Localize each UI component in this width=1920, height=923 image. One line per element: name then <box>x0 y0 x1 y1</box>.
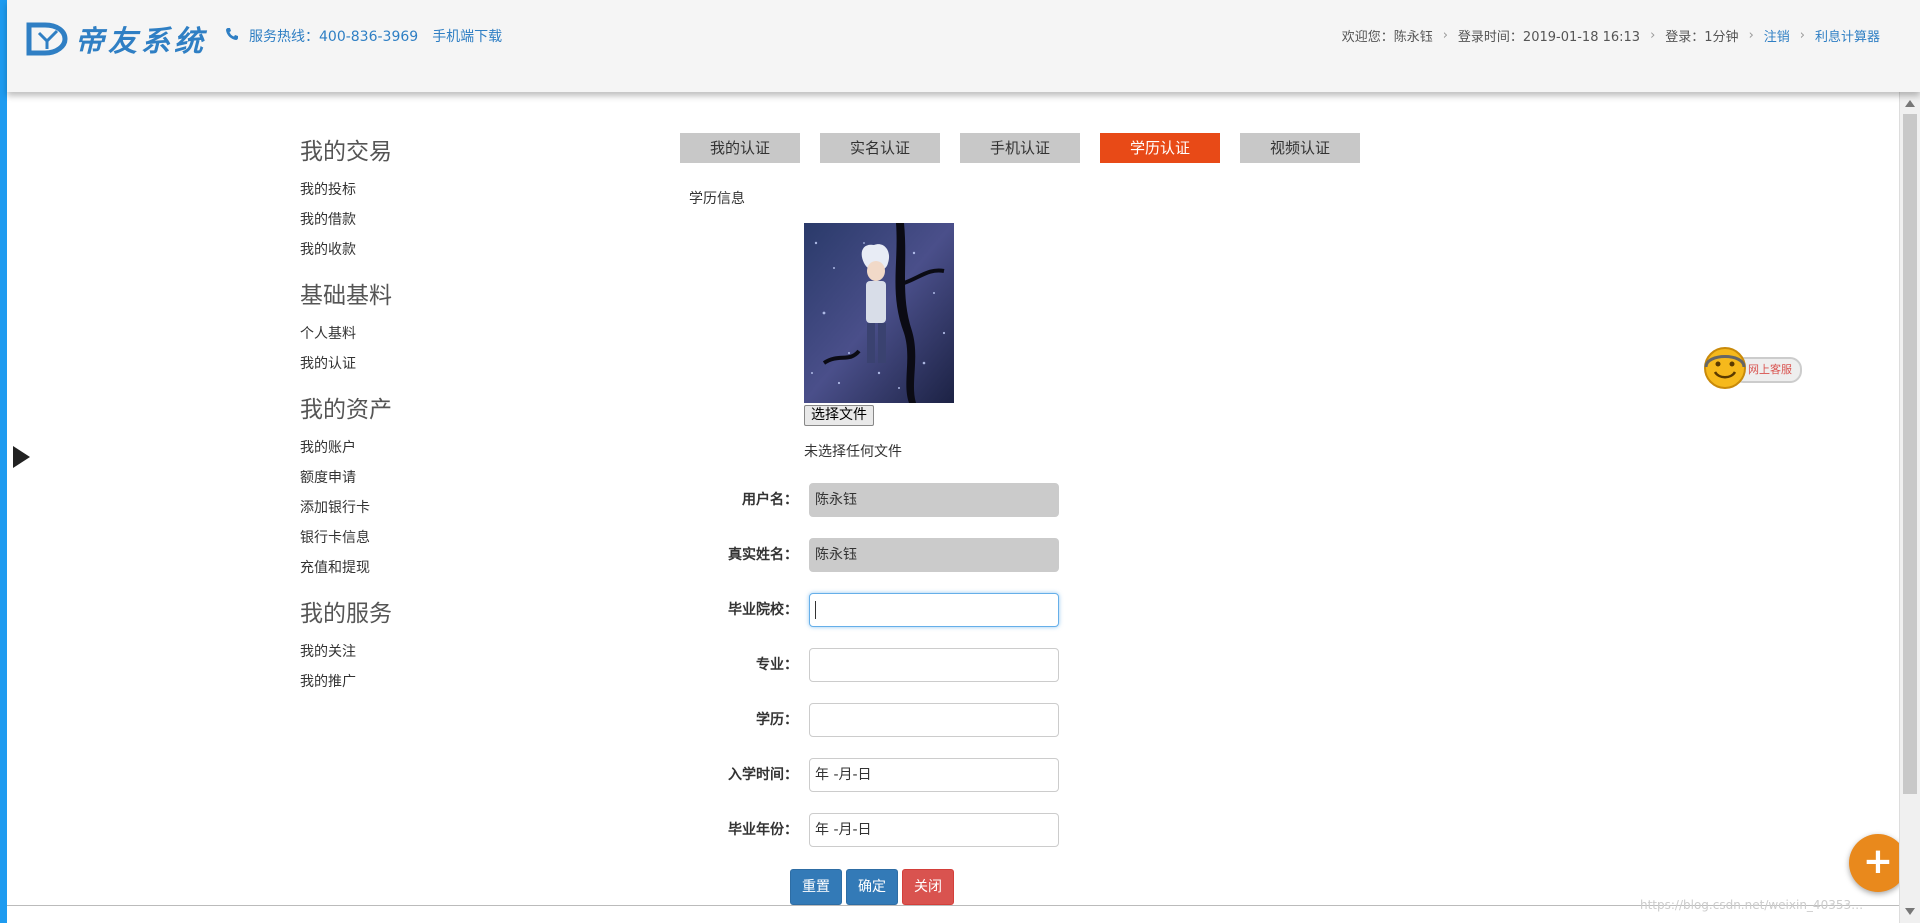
school-input[interactable] <box>809 593 1059 627</box>
scroll-down-icon[interactable] <box>1905 908 1915 915</box>
sidebar-heading: 我的服务 <box>300 601 392 627</box>
text-caret <box>815 601 816 619</box>
smiley-agent-icon <box>1704 347 1746 389</box>
sidebar-heading: 基础基料 <box>300 283 392 309</box>
sidebar-item-my-account[interactable]: 我的账户 <box>300 436 500 466</box>
mobile-download-link[interactable]: 手机端下载 <box>432 26 502 46</box>
sidebar-nav: 我的交易 我的投标 我的借款 我的收款 基础基料 个人基料 我的认证 我的资产 … <box>300 136 500 712</box>
sidebar-group-trade: 我的交易 我的投标 我的借款 我的收款 <box>300 136 500 268</box>
confirm-button[interactable]: 确定 <box>846 869 898 905</box>
close-button[interactable]: 关闭 <box>902 869 954 905</box>
major-label: 专业： <box>756 657 798 673</box>
major-input[interactable] <box>809 648 1059 682</box>
tab-my-verification[interactable]: 我的认证 <box>680 133 800 163</box>
username-field: 陈永钰 <box>809 483 1059 517</box>
hotline-area: 服务热线：400-836-3969 手机端下载 <box>225 26 502 46</box>
form-row-enroll-date: 入学时间： 年 -月-日 <box>700 758 1060 792</box>
section-title: 学历信息 <box>689 191 745 207</box>
realname-field: 陈永钰 <box>809 538 1059 572</box>
sidebar-heading: 我的资产 <box>300 397 392 423</box>
education-photo-preview <box>804 223 954 403</box>
sidebar-item-my-verification[interactable]: 我的认证 <box>300 352 500 382</box>
online-service-widget[interactable]: 网上客服 <box>1702 345 1802 391</box>
sidebar-item-my-receipts[interactable]: 我的收款 <box>300 238 500 268</box>
enroll-date-label: 入学时间： <box>728 767 798 783</box>
sidebar-item-add-bank-card[interactable]: 添加银行卡 <box>300 496 500 526</box>
sidebar-heading: 我的交易 <box>300 139 392 165</box>
form-row-major: 专业： <box>700 648 1060 682</box>
school-label: 毕业院校： <box>728 602 798 618</box>
left-edge-bar <box>0 0 7 923</box>
scroll-thumb[interactable] <box>1903 114 1917 794</box>
sidebar-item-deposit-withdraw[interactable]: 充值和提现 <box>300 556 500 586</box>
sidebar-item-credit-apply[interactable]: 额度申请 <box>300 466 500 496</box>
separator-icon: › <box>1650 28 1656 43</box>
hotline-text: 服务热线：400-836-3969 <box>249 29 419 45</box>
sidebar-item-my-follows[interactable]: 我的关注 <box>300 640 500 670</box>
tab-phone-verification[interactable]: 手机认证 <box>960 133 1080 163</box>
plus-icon: + <box>1862 841 1894 882</box>
sidebar-group-services: 我的服务 我的关注 我的推广 <box>300 598 500 700</box>
login-time: 登录时间：2019-01-18 16:13 <box>1457 30 1641 45</box>
logo-text: 帝友系统 <box>75 24 208 58</box>
separator-icon: › <box>1799 28 1805 43</box>
form-row-realname: 真实姓名： 陈永钰 <box>700 538 1060 572</box>
graduate-year-input[interactable]: 年 -月-日 <box>809 813 1059 847</box>
choose-file-button[interactable]: 选择文件 <box>804 405 874 426</box>
top-header: 帝友系统 服务热线：400-836-3969 手机端下载 欢迎您：陈永钰 › 登… <box>7 0 1920 92</box>
form-row-username: 用户名： 陈永钰 <box>700 483 1060 517</box>
interest-calculator-link[interactable]: 利息计算器 <box>1815 26 1880 45</box>
enroll-date-input[interactable]: 年 -月-日 <box>809 758 1059 792</box>
phone-icon <box>226 28 238 40</box>
logout-link[interactable]: 注销 <box>1764 26 1790 45</box>
degree-input[interactable] <box>809 703 1059 737</box>
graduate-year-label: 毕业年份： <box>728 822 798 838</box>
welcome-text: 欢迎您：陈永钰 <box>1341 30 1433 45</box>
sidebar-toggle-icon[interactable] <box>13 446 30 468</box>
realname-label: 真实姓名： <box>728 547 798 563</box>
separator-icon: › <box>1442 28 1448 43</box>
user-info-bar: 欢迎您：陈永钰 › 登录时间：2019-01-18 16:13 › 登录：1分钟… <box>1342 26 1880 45</box>
bottom-divider <box>7 905 1900 906</box>
tab-realname-verification[interactable]: 实名认证 <box>820 133 940 163</box>
username-label: 用户名： <box>742 492 798 508</box>
service-label: 网上客服 <box>1748 363 1792 376</box>
verification-tabs: 我的认证 实名认证 手机认证 学历认证 视频认证 <box>680 133 1380 163</box>
form-row-school: 毕业院校： <box>700 593 1060 627</box>
sidebar-item-bank-card-info[interactable]: 银行卡信息 <box>300 526 500 556</box>
form-row-degree: 学历： <box>700 703 1060 737</box>
file-status-text: 未选择任何文件 <box>804 444 902 460</box>
sidebar-item-profile[interactable]: 个人基料 <box>300 322 500 352</box>
degree-label: 学历： <box>756 712 798 728</box>
page-scrollbar[interactable] <box>1899 92 1920 923</box>
sidebar-item-my-loans[interactable]: 我的借款 <box>300 208 500 238</box>
tab-education-verification[interactable]: 学历认证 <box>1100 133 1220 163</box>
site-logo[interactable]: 帝友系统 <box>23 18 207 60</box>
form-actions: 重置 确定 关闭 <box>790 869 958 905</box>
reset-button[interactable]: 重置 <box>790 869 842 905</box>
tab-video-verification[interactable]: 视频认证 <box>1240 133 1360 163</box>
sidebar-group-basic: 基础基料 个人基料 我的认证 <box>300 280 500 382</box>
logo-mark-icon <box>26 22 68 56</box>
separator-icon: › <box>1748 28 1754 43</box>
sidebar-group-assets: 我的资产 我的账户 额度申请 添加银行卡 银行卡信息 充值和提现 <box>300 394 500 586</box>
form-row-graduate-year: 毕业年份： 年 -月-日 <box>700 813 1060 847</box>
scroll-up-icon[interactable] <box>1905 100 1915 107</box>
login-duration: 登录：1分钟 <box>1665 30 1739 45</box>
sidebar-item-my-promotion[interactable]: 我的推广 <box>300 670 500 700</box>
anime-photo-image <box>804 223 954 403</box>
watermark-text: https://blog.csdn.net/weixin_40353… <box>1640 898 1864 912</box>
sidebar-item-my-bids[interactable]: 我的投标 <box>300 178 500 208</box>
